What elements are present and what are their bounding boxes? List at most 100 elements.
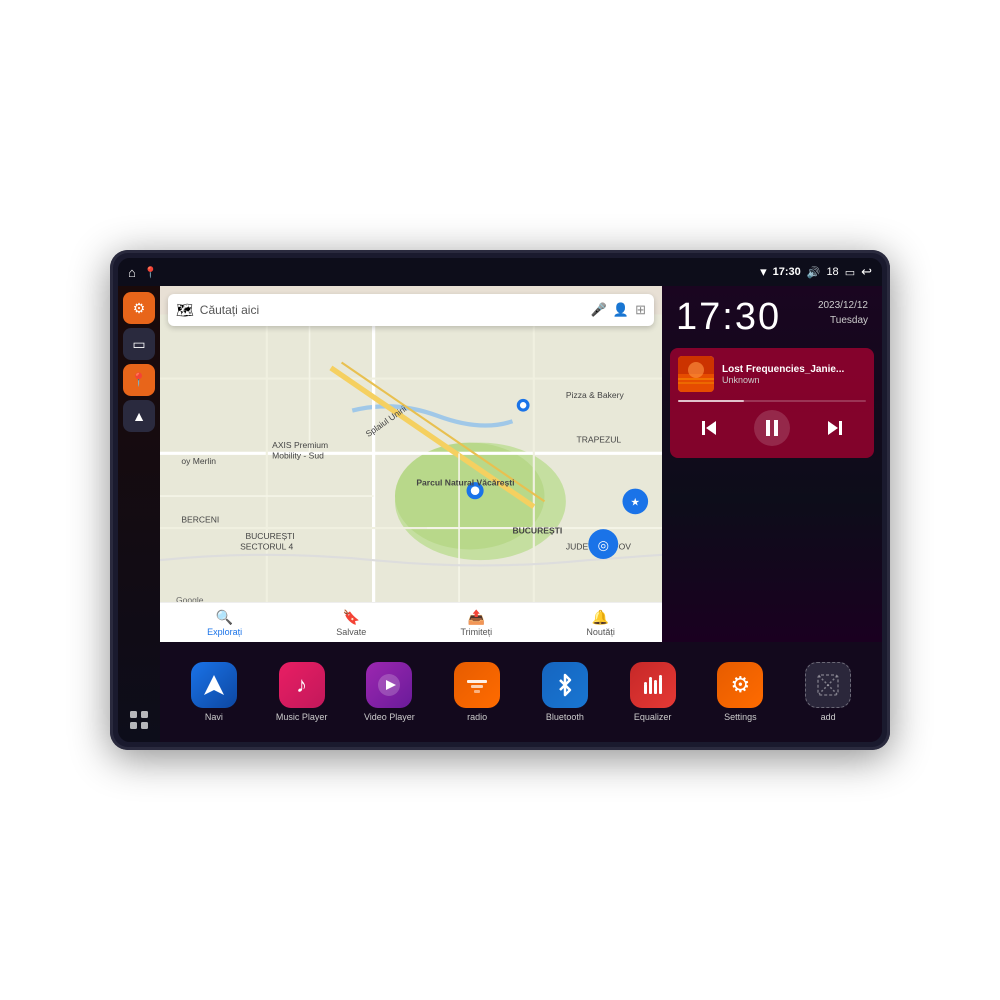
news-icon: 🔔	[592, 609, 609, 626]
grid-icon	[128, 709, 150, 731]
music-info: Lost Frequencies_Janie... Unknown	[678, 356, 866, 392]
music-controls	[678, 406, 866, 450]
right-panel: 17:30 2023/12/12 Tuesday	[662, 286, 882, 642]
map-send-btn[interactable]: 📤 Trimiteți	[461, 609, 493, 637]
left-sidebar: ⚙ ▭ 📍 ▲	[118, 286, 160, 742]
video-player-label: Video Player	[364, 712, 415, 722]
music-player-label: Music Player	[276, 712, 328, 722]
account-icon[interactable]: 👤	[613, 302, 629, 318]
back-icon[interactable]: ↩	[861, 264, 872, 280]
device-frame: ⌂ 📍 ▾ 17:30 🔊 18 ▭ ↩ ⚙ ▭	[110, 250, 890, 750]
saved-label: Salvate	[336, 627, 366, 637]
saved-icon: 🔖	[343, 609, 360, 626]
battery-icon: ▭	[845, 266, 855, 279]
map-panel[interactable]: AXIS Premium Mobility - Sud Pizza & Bake…	[160, 286, 662, 642]
map-news-btn[interactable]: 🔔 Noutăți	[586, 609, 615, 637]
equalizer-label: Equalizer	[634, 712, 672, 722]
settings-icon: ⚙	[133, 300, 146, 317]
clock-date-value: 2023/12/12	[818, 298, 868, 313]
app-video-player[interactable]: Video Player	[359, 662, 419, 722]
bluetooth-label: Bluetooth	[546, 712, 584, 722]
music-progress-fill	[678, 400, 744, 402]
sidebar-grid-btn[interactable]	[123, 704, 155, 736]
music-text: Lost Frequencies_Janie... Unknown	[722, 364, 866, 385]
navi-icon	[191, 662, 237, 708]
svg-text:AXIS Premium: AXIS Premium	[272, 440, 328, 450]
app-settings[interactable]: ⚙ Settings	[710, 662, 770, 722]
battery-level: 18	[826, 266, 838, 278]
music-progress-bar	[678, 400, 866, 402]
clock-date: 2023/12/12 Tuesday	[818, 298, 868, 328]
svg-text:TRAPEZUL: TRAPEZUL	[577, 435, 622, 445]
map-pin-icon: 📍	[131, 372, 147, 388]
main-content: ⚙ ▭ 📍 ▲	[118, 286, 882, 742]
svg-text:BUCUREȘTI: BUCUREȘTI	[512, 525, 562, 535]
location-icon[interactable]: 📍	[144, 266, 158, 279]
clock-section: 17:30 2023/12/12 Tuesday	[662, 286, 882, 344]
app-music-player[interactable]: ♪ Music Player	[272, 662, 332, 722]
music-thumbnail	[678, 356, 714, 392]
add-app-icon	[805, 662, 851, 708]
map-bottom-bar: 🔍 Explorați 🔖 Salvate 📤 Trimiteți	[160, 602, 662, 642]
prev-track-btn[interactable]	[691, 410, 727, 446]
svg-text:SECTORUL 4: SECTORUL 4	[240, 541, 293, 551]
pause-btn[interactable]	[754, 410, 790, 446]
app-equalizer[interactable]: Equalizer	[623, 662, 683, 722]
send-icon: 📤	[468, 609, 485, 626]
files-icon: ▭	[132, 336, 145, 353]
equalizer-icon	[630, 662, 676, 708]
explore-label: Explorați	[207, 627, 242, 637]
bluetooth-icon	[542, 662, 588, 708]
app-radio[interactable]: radio	[447, 662, 507, 722]
sidebar-settings-btn[interactable]: ⚙	[123, 292, 155, 324]
status-bar: ⌂ 📍 ▾ 17:30 🔊 18 ▭ ↩	[118, 258, 882, 286]
explore-icon: 🔍	[216, 609, 233, 626]
map-search-bar[interactable]: 🗺 Căutați aici 🎤 👤 ⊞	[168, 294, 654, 326]
map-saved-btn[interactable]: 🔖 Salvate	[336, 609, 366, 637]
map-svg: AXIS Premium Mobility - Sud Pizza & Bake…	[160, 286, 662, 642]
layers-icon[interactable]: ⊞	[635, 302, 646, 318]
center-area: AXIS Premium Mobility - Sud Pizza & Bake…	[160, 286, 882, 742]
radio-label: radio	[467, 712, 487, 722]
sidebar-files-btn[interactable]: ▭	[123, 328, 155, 360]
svg-text:Parcul Natural Văcărești: Parcul Natural Văcărești	[416, 477, 514, 487]
nav-arrow-icon: ▲	[132, 408, 146, 424]
settings-label: Settings	[724, 712, 757, 722]
music-player-icon: ♪	[279, 662, 325, 708]
send-label: Trimiteți	[461, 627, 493, 637]
music-artist: Unknown	[722, 375, 866, 385]
music-section: Lost Frequencies_Janie... Unknown	[670, 348, 874, 458]
sidebar-map-btn[interactable]: 📍	[123, 364, 155, 396]
navi-label: Navi	[205, 712, 223, 722]
video-player-icon	[366, 662, 412, 708]
status-left-icons: ⌂ 📍	[128, 265, 158, 280]
volume-icon: 🔊	[807, 266, 821, 279]
clock-day: Tuesday	[818, 313, 868, 328]
app-add[interactable]: add	[798, 662, 858, 722]
home-icon[interactable]: ⌂	[128, 265, 136, 280]
settings-app-icon: ⚙	[717, 662, 763, 708]
svg-text:BERCENI: BERCENI	[181, 515, 219, 525]
google-maps-icon: 🗺	[176, 302, 194, 319]
status-right-icons: ▾ 17:30 🔊 18 ▭ ↩	[760, 264, 872, 280]
news-label: Noutăți	[586, 627, 615, 637]
svg-text:BUCUREȘTI: BUCUREȘTI	[245, 531, 294, 541]
next-track-btn[interactable]	[817, 410, 853, 446]
svg-text:Mobility - Sud: Mobility - Sud	[272, 451, 324, 461]
sidebar-nav-btn[interactable]: ▲	[123, 400, 155, 432]
app-grid: Navi ♪ Music Player	[160, 642, 882, 742]
svg-text:oy Merlin: oy Merlin	[181, 456, 216, 466]
map-explore-btn[interactable]: 🔍 Explorați	[207, 609, 242, 637]
app-navi[interactable]: Navi	[184, 662, 244, 722]
music-title: Lost Frequencies_Janie...	[722, 364, 866, 375]
top-panels: AXIS Premium Mobility - Sud Pizza & Bake…	[160, 286, 882, 642]
svg-text:★: ★	[631, 497, 641, 509]
app-bluetooth[interactable]: Bluetooth	[535, 662, 595, 722]
device-screen: ⌂ 📍 ▾ 17:30 🔊 18 ▭ ↩ ⚙ ▭	[118, 258, 882, 742]
radio-icon	[454, 662, 500, 708]
svg-text:Pizza & Bakery: Pizza & Bakery	[566, 390, 625, 400]
svg-text:◎: ◎	[598, 537, 609, 552]
wifi-icon: ▾	[760, 264, 767, 280]
status-time: 17:30	[773, 266, 801, 278]
mic-icon[interactable]: 🎤	[591, 302, 607, 318]
